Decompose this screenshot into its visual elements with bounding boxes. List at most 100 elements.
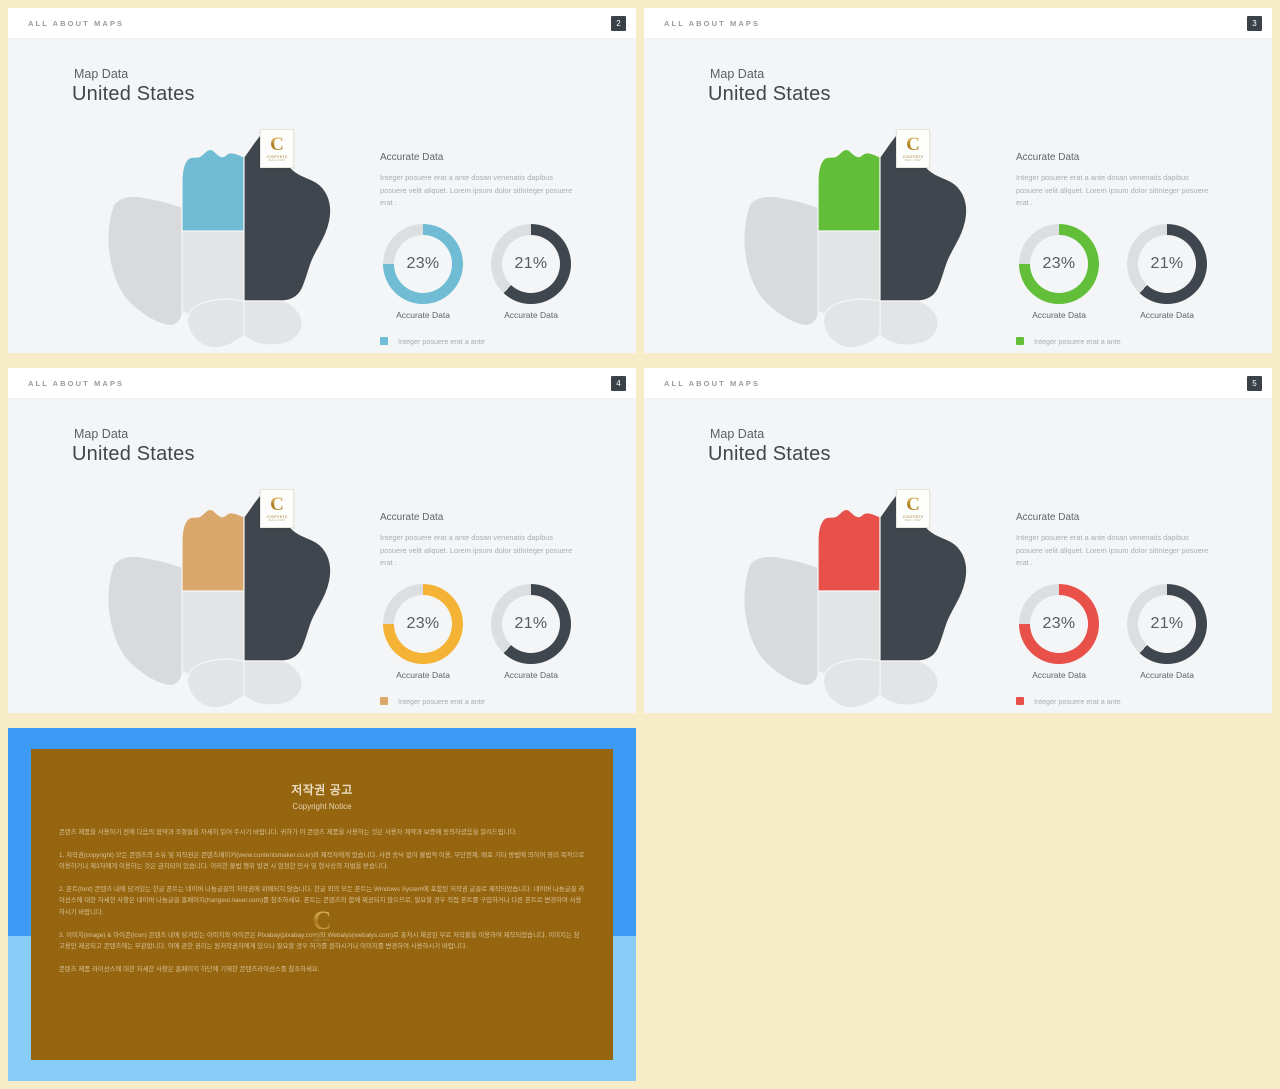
logo-wordmark-line2: MALL.COM [905, 158, 921, 162]
page-number-badge: 2 [611, 16, 626, 31]
donut-caption: Accurate Data [396, 309, 450, 320]
legend-label: Integer posuere erat a ante [1034, 336, 1121, 346]
donut-value: 21% [514, 614, 548, 632]
slide-body: Map Data United States C CONTENTS MALL.COM Ac… [8, 399, 636, 713]
info-heading: Accurate Data [1016, 152, 1080, 163]
donut-ring: 23% [1019, 583, 1099, 664]
copyright-slide[interactable]: 저작권 공고 Copyright Notice 콘텐츠 제품을 사용하기 전에 다음… [8, 728, 636, 1081]
page-title: United States [708, 443, 831, 465]
map-region-new-south-wales[interactable] [879, 300, 939, 346]
map-region-new-south-wales[interactable] [879, 660, 939, 706]
map-container[interactable] [694, 471, 994, 713]
legend-item: Integer posuere erat a ante venenatis da… [380, 353, 630, 354]
copyright-card: 저작권 공고 Copyright Notice 콘텐츠 제품을 사용하기 전에 다음… [31, 749, 613, 1060]
info-paragraph: Integer posuere erat a ante dosan venena… [1016, 173, 1209, 207]
map-region-western-australia[interactable] [743, 555, 819, 687]
chart-legend: Integer posuere erat a ante Integer posue… [1016, 337, 1266, 354]
logo-wordmark-line2: MALL.COM [905, 518, 921, 522]
copyright-title-korean: 저작권 공고 [291, 783, 353, 797]
slide-4[interactable]: ALL ABOUT MAPS 4 Map Data United States C CON… [8, 368, 636, 713]
logo-wordmark-line2: MALL.COM [269, 158, 285, 162]
map-region-victoria[interactable] [822, 298, 881, 349]
logo-letter-c-icon: C [270, 133, 284, 155]
copyright-paragraph: 콘텐츠 제품 라이선스에 대한 자세한 사항은 홈페이지 하단에 기재한 콘텐츠… [59, 965, 320, 973]
map-container[interactable] [58, 471, 358, 713]
map-region-new-south-wales[interactable] [243, 660, 303, 706]
map-region-northern-territory[interactable] [817, 148, 881, 232]
logo-letter-c-icon: C [270, 493, 284, 515]
map-region-victoria[interactable] [822, 658, 881, 709]
contents-mall-logo-badge: C CONTENTS MALL.COM [896, 489, 930, 528]
donut-value: 21% [514, 254, 548, 272]
donut-chart-row: 23% Accurate Data 21% Accurate Data [1016, 223, 1266, 320]
legend-item: Integer posuere erat a ante venenatis da… [380, 713, 630, 714]
donut-value: 23% [406, 614, 440, 632]
map-region-northern-territory[interactable] [181, 148, 245, 232]
donut-value: 23% [1042, 614, 1076, 632]
info-column: Accurate Data Integer posuere erat a ante… [1016, 39, 1266, 353]
map-region-northern-territory[interactable] [817, 508, 881, 592]
donut-center: 21% [502, 594, 560, 653]
legend-label: Integer posuere erat a ante venenatis da… [1034, 713, 1209, 714]
map-container[interactable] [694, 111, 994, 353]
donut-center: 23% [394, 234, 452, 293]
slide-header: ALL ABOUT MAPS 4 [8, 368, 636, 399]
legend-swatch-icon [380, 337, 388, 345]
slide-body: Map Data United States C CONTENTS MALL.COM Ac… [8, 39, 636, 353]
map-region-new-south-wales[interactable] [243, 300, 303, 346]
donut-value: 23% [1042, 254, 1076, 272]
donut-chart-item: 21% Accurate Data [488, 583, 574, 680]
australia-map-graphic [107, 130, 332, 353]
donut-chart-row: 23% Accurate Data 21% Accurate Data [1016, 583, 1266, 680]
slide-body: Map Data United States C CONTENTS MALL.COM Ac… [644, 39, 1272, 353]
legend-item: Integer posuere erat a ante [380, 337, 630, 346]
chart-legend: Integer posuere erat a ante Integer posue… [380, 697, 630, 714]
map-region-northern-territory[interactable] [181, 508, 245, 592]
map-region-victoria[interactable] [186, 658, 245, 709]
map-region-tasmania[interactable] [247, 711, 269, 713]
map-region-tasmania[interactable] [883, 711, 905, 713]
donut-ring: 23% [383, 583, 463, 664]
map-region-western-australia[interactable] [107, 555, 183, 687]
slide-3[interactable]: ALL ABOUT MAPS 3 Map Data United States C CON… [644, 8, 1272, 353]
chart-legend: Integer posuere erat a ante Integer posue… [380, 337, 630, 354]
australia-map-graphic [107, 490, 332, 713]
copyright-paragraph: 3. 이미지(image) & 아이콘(icon) 콘텐츠 내에 담겨있는 이미… [59, 931, 580, 951]
donut-ring: 23% [1019, 223, 1099, 304]
info-heading: Accurate Data [380, 512, 444, 523]
australia-map-graphic [743, 130, 968, 353]
donut-chart-item: 21% Accurate Data [1124, 583, 1210, 680]
map-region-tasmania[interactable] [883, 351, 905, 353]
donut-center: 21% [1138, 594, 1196, 653]
donut-caption: Accurate Data [504, 669, 558, 680]
map-region-victoria[interactable] [186, 298, 245, 349]
slide-header: ALL ABOUT MAPS 5 [644, 368, 1272, 399]
legend-label: Integer posuere erat a ante venenatis da… [398, 353, 573, 354]
slide-5[interactable]: ALL ABOUT MAPS 5 Map Data United States C CON… [644, 368, 1272, 713]
info-paragraph: Integer posuere erat a ante dosan venena… [380, 533, 573, 567]
australia-map-graphic [743, 490, 968, 713]
map-region-western-australia[interactable] [743, 195, 819, 327]
donut-value: 23% [406, 254, 440, 272]
info-column: Accurate Data Integer posuere erat a ante… [1016, 399, 1266, 713]
slide-2[interactable]: ALL ABOUT MAPS 2 Map Data United States C CON… [8, 8, 636, 353]
legend-swatch-icon [1016, 337, 1024, 345]
donut-center: 23% [394, 594, 452, 653]
legend-item: Integer posuere erat a ante venenatis da… [1016, 353, 1266, 354]
map-data-eyebrow: Map Data [74, 67, 129, 81]
donut-caption: Accurate Data [1032, 669, 1086, 680]
donut-chart-row: 23% Accurate Data 21% Accurate Data [380, 223, 630, 320]
donut-chart-row: 23% Accurate Data 21% Accurate Data [380, 583, 630, 680]
page-number-badge: 5 [1247, 376, 1262, 391]
map-region-western-australia[interactable] [107, 195, 183, 327]
map-region-tasmania[interactable] [247, 351, 269, 353]
contents-mall-logo-badge: C CONTENTS MALL.COM [260, 129, 294, 168]
presentation-canvas: ALL ABOUT MAPS 2 Map Data United States C CON… [0, 0, 1280, 1089]
page-title: United States [708, 83, 831, 105]
slide-kicker-label: ALL ABOUT MAPS [28, 19, 125, 28]
map-container[interactable] [58, 111, 358, 353]
donut-ring: 23% [383, 223, 463, 304]
donut-ring: 21% [1127, 223, 1207, 304]
info-column: Accurate Data Integer posuere erat a ante… [380, 399, 630, 713]
legend-item: Integer posuere erat a ante [1016, 337, 1266, 346]
